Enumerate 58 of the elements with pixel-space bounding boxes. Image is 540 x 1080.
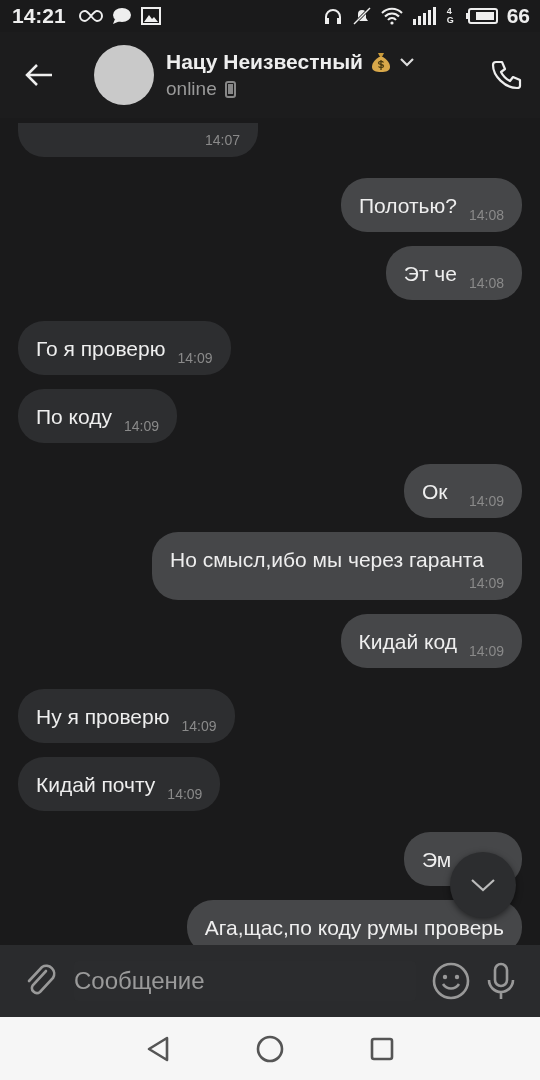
message-composer-bar[interactable]: Сообщение: [0, 945, 540, 1017]
message-bubble[interactable]: По коду 14:09: [18, 389, 178, 443]
message-text: Эт че: [403, 261, 457, 287]
wifi-icon: [380, 7, 403, 25]
phone-icon: [490, 59, 522, 91]
message-time: 14:09: [167, 785, 203, 803]
avatar[interactable]: [94, 45, 154, 105]
microphone-icon[interactable]: [486, 962, 516, 1000]
message-time: 14:07: [204, 131, 240, 149]
clock-time: 14:21: [12, 4, 66, 28]
contact-name[interactable]: Нацу Неизвестный: [166, 50, 363, 74]
signal-icon: [411, 7, 438, 25]
message-bubble[interactable]: 14:07: [18, 123, 258, 157]
headphones-icon: [322, 7, 343, 25]
phone-device-icon: [224, 80, 236, 98]
message-bubble[interactable]: Кидай код 14:09: [340, 614, 522, 668]
back-arrow-icon: [24, 63, 54, 87]
money-bag-icon: [371, 51, 391, 73]
message-text: Ну я проверю: [36, 704, 170, 730]
chevron-down-icon[interactable]: [399, 57, 415, 67]
message-text: Но смысл,ибо мы через гаранта: [170, 547, 484, 573]
infinity-icon: [78, 9, 103, 23]
recents-square-icon[interactable]: [370, 1036, 394, 1061]
message-text: Ага,щас,по коду румы проверь: [204, 915, 504, 941]
message-bubble[interactable]: Эт че 14:08: [385, 246, 522, 300]
message-bubble[interactable]: Ну я проверю 14:09: [18, 689, 235, 743]
message-bubble[interactable]: Но смысл,ибо мы через гаранта 14:09: [152, 532, 522, 600]
message-time: 14:09: [177, 349, 213, 367]
message-time: 14:09: [468, 492, 504, 510]
message-bubble[interactable]: Ок 14:09: [404, 464, 522, 518]
image-icon: [140, 7, 161, 25]
message-text: Кидай код: [358, 629, 457, 655]
message-text: Полотью?: [358, 193, 457, 219]
message-text: Кидай почту: [36, 772, 156, 798]
message-text: Го я проверю: [36, 336, 166, 362]
message-bubble[interactable]: Кидай почту 14:09: [18, 757, 221, 811]
emoji-icon[interactable]: [432, 962, 470, 1000]
message-time: 14:08: [468, 274, 504, 292]
message-text: Ок: [422, 479, 448, 505]
message-text: Эм: [422, 847, 452, 873]
message-time: 14:09: [468, 642, 504, 660]
network-type: 4G: [446, 7, 455, 25]
chevron-down-icon: [470, 878, 496, 892]
back-triangle-icon[interactable]: [146, 1035, 170, 1062]
home-circle-icon[interactable]: [256, 1034, 284, 1063]
message-time: 14:09: [181, 717, 217, 735]
message-time: 14:09: [124, 417, 160, 435]
message-time: 14:08: [468, 206, 504, 224]
message-bubble[interactable]: Полотью? 14:08: [340, 178, 522, 232]
muted-bell-icon: [351, 7, 372, 25]
message-bubble[interactable]: Ага,щас,по коду румы проверь: [186, 900, 522, 945]
chat-bubble-icon: [111, 7, 132, 25]
battery-percent: 66: [506, 4, 530, 28]
online-status: online: [166, 78, 217, 100]
message-bubble[interactable]: Го я проверю 14:09: [18, 321, 231, 375]
message-text: По коду: [36, 404, 112, 430]
message-time: 14:09: [468, 574, 504, 592]
battery-icon: [465, 8, 498, 24]
